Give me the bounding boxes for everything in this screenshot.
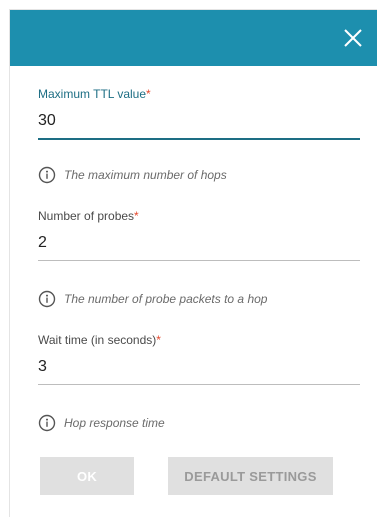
wait-time-hint: Hop response time	[38, 414, 368, 432]
wait-time-input[interactable]	[38, 356, 360, 378]
probes-field: Number of probes*	[38, 208, 360, 261]
wait-time-label: Wait time (in seconds)*	[38, 333, 161, 347]
info-icon	[38, 414, 56, 432]
max-ttl-field: Maximum TTL value*	[38, 86, 360, 140]
max-ttl-hint-text: The maximum number of hops	[64, 168, 227, 182]
info-icon	[38, 166, 56, 184]
required-mark: *	[156, 333, 161, 347]
traceroute-settings-dialog: Maximum TTL value* The maximum number of…	[9, 9, 377, 517]
wait-time-hint-text: Hop response time	[64, 416, 165, 430]
close-icon	[344, 29, 362, 47]
probes-hint-text: The number of probe packets to a hop	[64, 292, 268, 306]
required-mark: *	[146, 87, 151, 101]
max-ttl-hint: The maximum number of hops	[38, 166, 368, 184]
dialog-header	[10, 10, 377, 66]
close-button[interactable]	[337, 22, 369, 54]
ok-button[interactable]: OK	[40, 457, 134, 495]
probes-label: Number of probes*	[38, 209, 139, 223]
wait-time-underline	[38, 384, 360, 385]
probes-input[interactable]	[38, 232, 360, 254]
info-icon	[38, 290, 56, 308]
probes-hint: The number of probe packets to a hop	[38, 290, 368, 308]
wait-time-field: Wait time (in seconds)*	[38, 332, 360, 385]
probes-underline	[38, 260, 360, 261]
max-ttl-label: Maximum TTL value*	[38, 87, 151, 101]
default-settings-button[interactable]: DEFAULT SETTINGS	[168, 457, 333, 495]
max-ttl-input[interactable]	[38, 110, 360, 132]
required-mark: *	[134, 209, 139, 223]
max-ttl-underline	[38, 138, 360, 140]
